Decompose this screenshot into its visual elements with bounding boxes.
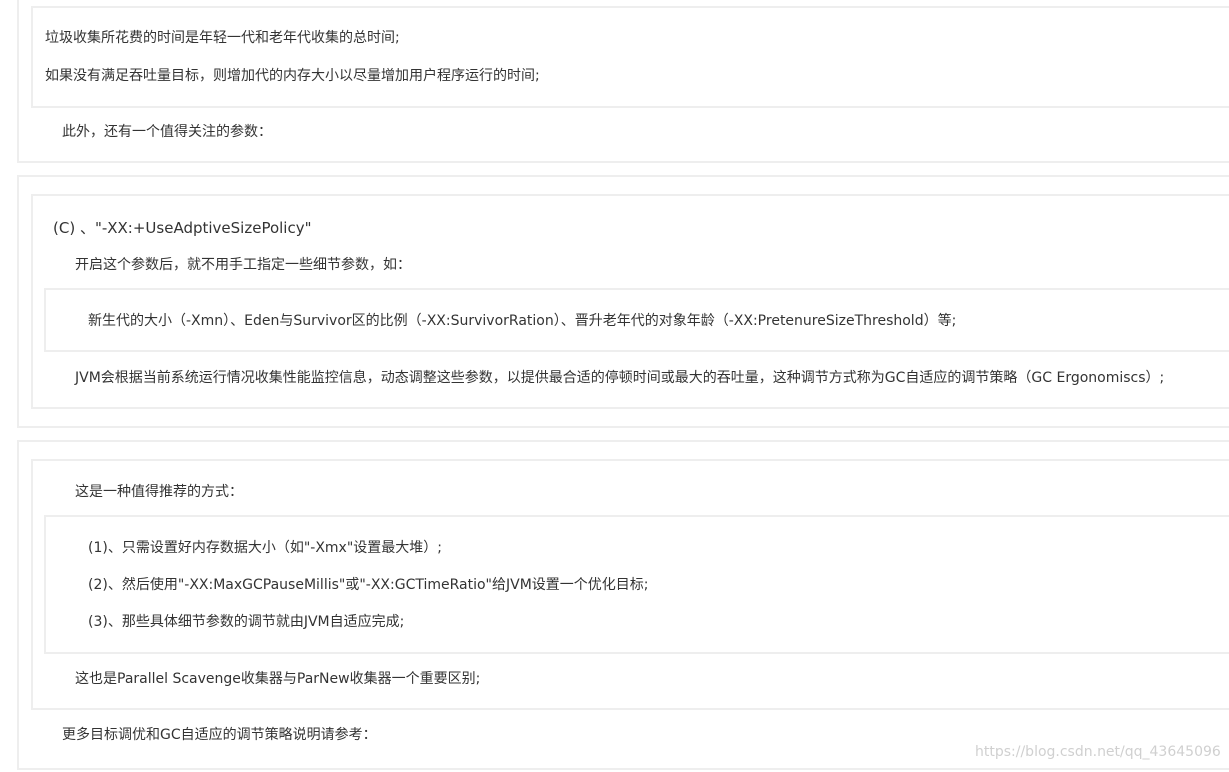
block1-quote-line-1: 垃圾收集所花费的时间是年轻一代和老年代收集的总时间; xyxy=(45,30,400,46)
block3-step-2: (2)、然后使用"-XX:MaxGCPauseMillis"或"-XX:GCTi… xyxy=(88,577,649,593)
block3-note: 这也是Parallel Scavenge收集器与ParNew收集器一个重要区别; xyxy=(75,671,481,687)
block3-step-1: (1)、只需设置好内存数据大小（如"-Xmx"设置最大堆）; xyxy=(88,540,442,556)
block1-quote xyxy=(31,6,1229,108)
block2-detail: 新生代的大小（-Xmn）、Eden与Survivor区的比例（-XX:Survi… xyxy=(88,313,957,329)
block2-heading: (C) 、"-XX:+UseAdptiveSizePolicy" xyxy=(53,219,312,237)
block3-intro: 这是一种值得推荐的方式： xyxy=(75,484,243,500)
block2-summary: JVM会根据当前系统运行情况收集性能监控信息，动态调整这些参数，以提供最合适的停… xyxy=(75,370,1165,386)
block3-step-3: (3)、那些具体细节参数的调节就由JVM自适应完成; xyxy=(88,614,405,630)
block1-text: 此外，还有一个值得关注的参数： xyxy=(62,124,272,140)
watermark-url: https://blog.csdn.net/qq_43645096 xyxy=(975,744,1221,760)
block2-intro: 开启这个参数后，就不用手工指定一些细节参数，如： xyxy=(75,257,411,273)
block1-quote-line-2: 如果没有满足吞吐量目标，则增加代的内存大小以尽量增加用户程序运行的时间; xyxy=(45,68,540,84)
block3-more: 更多目标调优和GC自适应的调节策略说明请参考： xyxy=(62,727,377,743)
